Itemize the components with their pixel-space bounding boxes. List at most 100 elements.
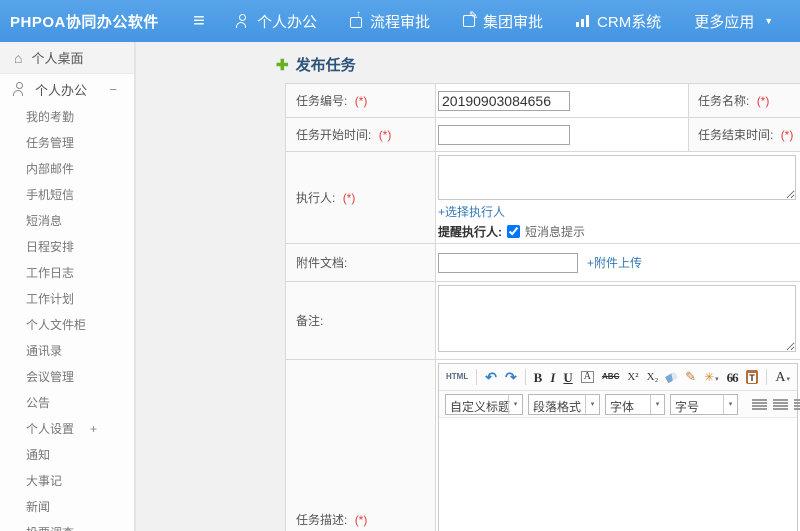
nav-label: CRM系统 bbox=[597, 13, 662, 31]
paragraph-format-select[interactable]: 段落格式 ▾ bbox=[528, 393, 600, 415]
chart-icon bbox=[576, 15, 590, 27]
paste-letter: T bbox=[747, 373, 757, 383]
undo-button[interactable]: ↶ bbox=[485, 370, 497, 384]
sidebar-item-label: 内部邮件 bbox=[26, 162, 75, 176]
form-row-description: 任务描述: (*) HTML ↶ ↷ B I U A ABC X² X₂ ✎ ✳… bbox=[285, 359, 800, 531]
brush-icon[interactable]: ✎ bbox=[685, 369, 696, 385]
select-executor-link[interactable]: +选择执行人 bbox=[438, 203, 505, 220]
magic-wand-icon: ✳ bbox=[704, 370, 715, 384]
sidebar-item-milestones[interactable]: 大事记 bbox=[0, 468, 134, 494]
sidebar-item-meeting[interactable]: 会议管理 bbox=[0, 364, 134, 390]
toolbar-separator bbox=[766, 369, 768, 385]
remark-textarea[interactable] bbox=[438, 285, 796, 352]
app-window: PHPOA协同办公软件 ≡ 个人办公 流程审批 集团审批 CRM系统 更多应用 … bbox=[0, 0, 800, 531]
toolbar-separator bbox=[476, 369, 478, 385]
form-row-remark: 备注: bbox=[285, 281, 800, 360]
superscript-button[interactable]: X² bbox=[627, 371, 638, 383]
nav-label: 集团审批 bbox=[483, 13, 544, 31]
sidebar-section-personal-office[interactable]: 个人办公 − bbox=[0, 74, 134, 104]
nav-more-apps[interactable]: 更多应用 ▼ bbox=[694, 11, 773, 32]
nav-group-approval[interactable]: 集团审批 bbox=[463, 9, 544, 32]
add-plus-icon: ✚ bbox=[276, 56, 289, 74]
sidebar-item-label: 公告 bbox=[26, 396, 51, 410]
sidebar-item-desktop[interactable]: ⌂ 个人桌面 bbox=[0, 42, 134, 74]
sidebar-item-label: 短消息 bbox=[26, 214, 63, 228]
strikethrough-button[interactable]: ABC bbox=[602, 373, 619, 381]
subscript-button[interactable]: X₂ bbox=[647, 371, 659, 383]
attachment-upload-link[interactable]: +附件上传 bbox=[587, 254, 642, 271]
sidebar-item-contacts[interactable]: 通讯录 bbox=[0, 338, 134, 364]
nav-crm-system[interactable]: CRM系统 bbox=[576, 11, 661, 32]
sidebar-item-file-cabinet[interactable]: 个人文件柜 bbox=[0, 312, 134, 338]
alignment-buttons bbox=[752, 398, 800, 410]
font-style-button[interactable]: A bbox=[580, 371, 595, 383]
font-family-select[interactable]: 字体 ▾ bbox=[605, 393, 665, 415]
format-painter-button[interactable]: ✳▾ bbox=[704, 370, 719, 384]
toolbar-separator bbox=[524, 369, 526, 385]
person-icon bbox=[13, 82, 26, 96]
sidebar-item-label: 我的考勤 bbox=[26, 110, 75, 124]
topbar: PHPOA协同办公软件 ≡ 个人办公 流程审批 集团审批 CRM系统 更多应用 … bbox=[0, 0, 800, 42]
start-time-input[interactable] bbox=[438, 124, 570, 145]
nav-process-approval[interactable]: 流程审批 bbox=[350, 9, 431, 32]
task-name-label: 任务名称: bbox=[698, 94, 750, 108]
sidebar: ⌂ 个人桌面 个人办公 − 我的考勤 任务管理 内部邮件 手机短信 短消息 日程… bbox=[0, 42, 136, 531]
nav-label: 流程审批 bbox=[370, 13, 431, 31]
italic-button[interactable]: I bbox=[550, 371, 555, 384]
sms-remind-checkbox[interactable] bbox=[507, 225, 520, 238]
sidebar-item-label: 个人文件柜 bbox=[26, 318, 87, 332]
sidebar-item-schedule[interactable]: 日程安排 bbox=[0, 234, 134, 260]
sidebar-item-label: 通知 bbox=[26, 448, 51, 462]
underline-button[interactable]: U bbox=[563, 371, 572, 384]
sidebar-item-label: 手机短信 bbox=[26, 188, 75, 202]
nav-label: 个人办公 bbox=[257, 13, 318, 31]
sidebar-item-label: 个人设置 bbox=[26, 422, 75, 436]
expand-plus-icon[interactable]: + bbox=[90, 422, 97, 436]
sidebar-item-vote[interactable]: 投票调查 bbox=[0, 520, 134, 531]
sidebar-item-notice[interactable]: 通知 bbox=[0, 442, 134, 468]
hamburger-icon[interactable]: ≡ bbox=[184, 10, 214, 33]
bold-button[interactable]: B bbox=[534, 371, 543, 384]
sidebar-item-personal-settings[interactable]: 个人设置 + bbox=[0, 416, 134, 442]
sidebar-item-label: 投票调查 bbox=[26, 526, 74, 531]
sidebar-item-label: 通讯录 bbox=[26, 344, 63, 358]
blockquote-button[interactable]: 66 bbox=[727, 371, 739, 384]
sidebar-item-task-management[interactable]: 任务管理 bbox=[0, 130, 134, 156]
page-title: ✚ 发布任务 bbox=[276, 54, 356, 75]
sidebar-item-work-plan[interactable]: 工作计划 bbox=[0, 286, 134, 312]
font-size-select[interactable]: 字号 ▾ bbox=[670, 393, 738, 415]
sms-remind-label: 短消息提示 bbox=[525, 225, 586, 239]
caret-down-icon: ▾ bbox=[585, 394, 599, 414]
sidebar-item-sms[interactable]: 手机短信 bbox=[0, 182, 134, 208]
sidebar-item-work-log[interactable]: 工作日志 bbox=[0, 260, 134, 286]
sidebar-item-label: 会议管理 bbox=[26, 370, 75, 384]
collapse-minus-icon[interactable]: − bbox=[109, 82, 117, 97]
nav-personal-office[interactable]: 个人办公 bbox=[236, 11, 317, 32]
executor-label: 执行人: bbox=[296, 191, 336, 205]
task-number-input[interactable] bbox=[438, 90, 570, 111]
required-mark: (*) bbox=[354, 513, 368, 527]
editor-content-area[interactable] bbox=[439, 418, 797, 531]
html-source-button[interactable]: HTML bbox=[446, 373, 468, 381]
custom-heading-select[interactable]: 自定义标题 ▾ bbox=[445, 393, 523, 415]
redo-button[interactable]: ↷ bbox=[505, 370, 517, 384]
align-right-icon[interactable] bbox=[794, 398, 800, 410]
select-value: 字体 bbox=[610, 399, 635, 414]
font-color-button[interactable]: A▾ bbox=[775, 370, 790, 385]
eraser-icon[interactable] bbox=[665, 371, 679, 383]
sidebar-item-label: 个人桌面 bbox=[31, 51, 84, 66]
align-left-icon[interactable] bbox=[752, 398, 767, 410]
sidebar-item-attendance[interactable]: 我的考勤 bbox=[0, 104, 134, 130]
attachment-input[interactable] bbox=[438, 252, 578, 273]
publish-task-form: 任务编号: (*) 任务名称: (*) 任务开始时间: (*) 任务结束时间: … bbox=[285, 83, 800, 531]
sidebar-item-internal-mail[interactable]: 内部邮件 bbox=[0, 156, 134, 182]
sidebar-item-news[interactable]: 新闻 bbox=[0, 494, 134, 520]
sidebar-item-announcement[interactable]: 公告 bbox=[0, 390, 134, 416]
align-center-icon[interactable] bbox=[773, 398, 788, 410]
sidebar-item-short-message[interactable]: 短消息 bbox=[0, 208, 134, 234]
top-navigation: 个人办公 流程审批 集团审批 CRM系统 更多应用 ▼ bbox=[236, 9, 773, 32]
executor-textarea[interactable] bbox=[438, 155, 796, 200]
sidebar-item-label: 任务管理 bbox=[26, 136, 75, 150]
app-logo: PHPOA协同办公软件 bbox=[10, 13, 159, 31]
paste-icon[interactable]: T bbox=[745, 370, 759, 384]
